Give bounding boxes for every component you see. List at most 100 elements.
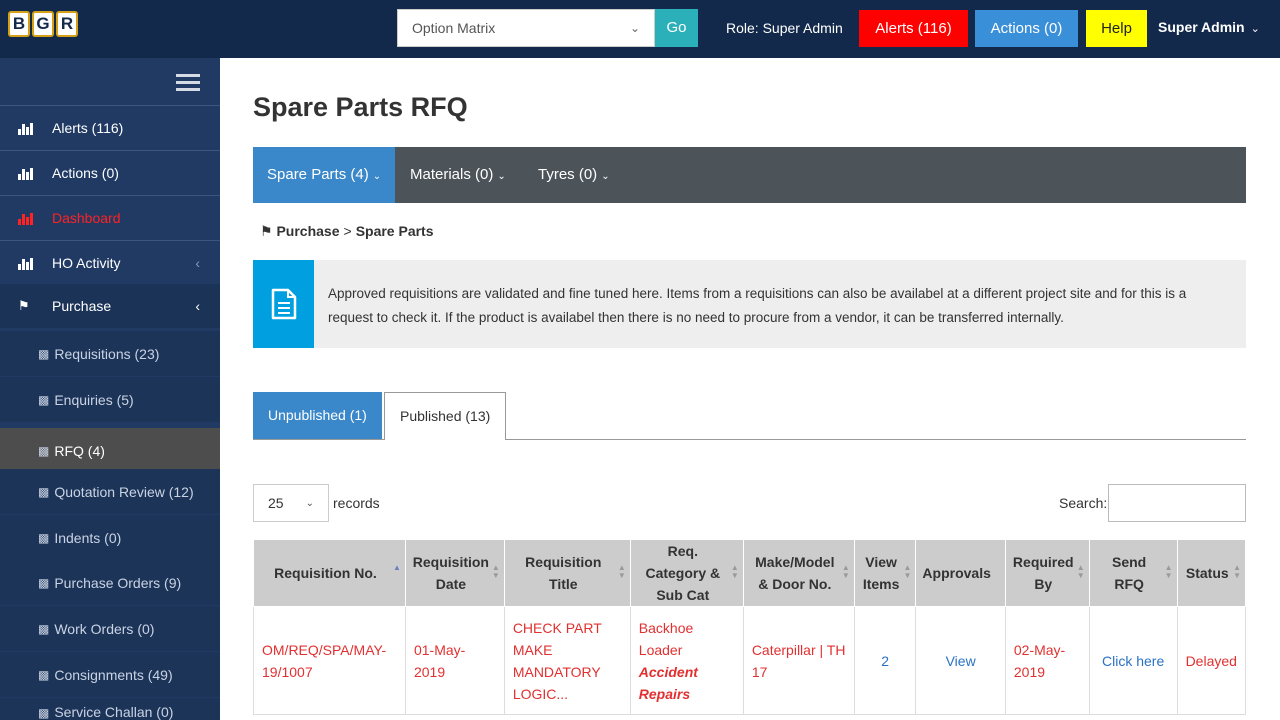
column-header-make-model[interactable]: Make/Model & Door No. ▲ ▼ (742, 539, 855, 607)
header-label: Requisition Date (412, 554, 489, 592)
header-label: Status (1185, 565, 1229, 581)
user-menu[interactable]: Super Admin ⌄ (1158, 19, 1260, 35)
sidebar-subitem-label: Indents (0) (54, 529, 122, 546)
bgr-logo[interactable]: B G R (8, 11, 78, 37)
sort-icon: ▲ ▼ (1076, 563, 1085, 580)
search-label: Search: (1059, 495, 1108, 511)
tab-spare-parts[interactable]: Spare Parts (4) ⌄ (253, 147, 396, 203)
cell-category: Backhoe Loader Accident Repairs (629, 606, 744, 715)
tab-label: Materials (0) (410, 166, 494, 183)
sidebar-subitem-label: RFQ (4) (54, 442, 105, 459)
bar-chart-icon: ▩ (38, 706, 50, 720)
sidebar-item-actions[interactable]: Actions (0) (0, 151, 220, 195)
chevron-down-icon: ⌄ (305, 497, 314, 509)
bar-chart-icon: ▩ (38, 484, 50, 499)
header-label: Requisition Title (525, 554, 602, 592)
tab-label: Spare Parts (4) (267, 166, 369, 183)
user-name: Super Admin (1158, 19, 1245, 35)
sidebar-subitem-requisitions[interactable]: ▩ Requisitions (23) (0, 331, 220, 376)
bar-chart-icon: ▩ (38, 530, 50, 545)
sidebar-subitem-service-challan[interactable]: ▩ Service Challan (0) (0, 698, 220, 720)
bar-chart-icon: ▩ (38, 392, 50, 407)
header-label: Required By (1012, 554, 1074, 592)
area-chart-icon (18, 166, 34, 180)
page-title: Spare Parts RFQ (253, 92, 468, 122)
column-header-requisition-date[interactable]: Requisition Date ▲ ▼ (404, 539, 505, 607)
send-rfq-link[interactable]: Click here (1088, 606, 1178, 715)
area-chart-icon (18, 256, 34, 270)
sidebar-subitem-label: Quotation Review (12) (54, 483, 194, 500)
header-label: Make/Model & Door No. (755, 554, 835, 592)
logo-letter: B (8, 11, 30, 37)
top-navbar: B G R Option Matrix ⌄ Go Role: Super Adm… (0, 0, 1280, 58)
tab-unpublished[interactable]: Unpublished (1) (253, 392, 382, 439)
sidebar-subitem-indents[interactable]: ▩ Indents (0) (0, 515, 220, 560)
sort-icon: ▲ ▼ (841, 563, 850, 580)
breadcrumb-separator: > (343, 223, 352, 239)
matrix-select[interactable]: Option Matrix ⌄ (397, 9, 655, 47)
hamburger-menu-icon[interactable] (176, 74, 200, 92)
sidebar-subitem-purchase-orders[interactable]: ▩ Purchase Orders (9) (0, 560, 220, 605)
logo-letter: R (56, 11, 78, 37)
header-label: Req. Category & Sub Cat (645, 543, 721, 603)
go-button[interactable]: Go (655, 9, 698, 47)
sidebar-subitem-rfq[interactable]: ▩ RFQ (4) (0, 428, 220, 473)
sidebar-item-purchase[interactable]: ⚑ Purchase ‹ (0, 284, 220, 328)
chevron-left-icon: ‹ (195, 298, 200, 314)
header-label: Approvals (922, 565, 991, 581)
bar-chart-icon: ▩ (38, 443, 50, 458)
header-label: Requisition No. (274, 565, 377, 581)
column-header-required-by[interactable]: Required By ▲ ▼ (1004, 539, 1090, 607)
approvals-view-link[interactable]: View (915, 606, 1006, 715)
page-length-select[interactable]: 25 ⌄ (253, 484, 329, 522)
search-input[interactable] (1108, 484, 1246, 522)
actions-button[interactable]: Actions (0) (975, 10, 1078, 47)
bar-chart-icon: ▩ (38, 575, 50, 590)
chevron-down-icon: ⌄ (1250, 23, 1260, 35)
column-header-status[interactable]: Status ▲ ▼ (1176, 539, 1247, 607)
area-chart-icon (18, 211, 34, 225)
info-box: Approved requisitions are validated and … (253, 260, 1246, 348)
chevron-down-icon: ⌄ (497, 171, 506, 182)
sidebar-subitem-consignments[interactable]: ▩ Consignments (49) (0, 652, 220, 697)
sidebar-subitem-label: Consignments (49) (54, 666, 173, 683)
sidebar-subitem-work-orders[interactable]: ▩ Work Orders (0) (0, 606, 220, 651)
tab-materials[interactable]: Materials (0) ⌄ (396, 147, 520, 203)
sidebar-item-dashboard[interactable]: Dashboard (0, 196, 220, 240)
sidebar-item-alerts[interactable]: Alerts (116) (0, 106, 220, 150)
column-header-category[interactable]: Req. Category & Sub Cat ▲ ▼ (629, 539, 744, 607)
column-header-requisition-title[interactable]: Requisition Title ▲ ▼ (503, 539, 631, 607)
sidebar-subitem-label: Work Orders (0) (54, 620, 155, 637)
tab-tyres[interactable]: Tyres (0) ⌄ (524, 147, 624, 203)
bar-chart-icon: ▩ (38, 621, 50, 636)
sidebar-subitem-enquiries[interactable]: ▩ Enquiries (5) (0, 377, 220, 422)
cell-requisition-no: OM/REQ/SPA/MAY-19/1007 (253, 606, 406, 715)
sidebar-item-ho-activity[interactable]: HO Activity ‹ (0, 241, 220, 285)
alerts-button[interactable]: Alerts (116) (859, 10, 968, 47)
bar-chart-icon: ▩ (38, 346, 50, 361)
bar-chart-icon: ▩ (38, 667, 50, 682)
area-chart-icon (18, 121, 34, 135)
tab-published[interactable]: Published (13) (384, 392, 507, 440)
help-button[interactable]: Help (1086, 10, 1147, 47)
role-label: Role: Super Admin (726, 20, 843, 36)
sidebar-subitem-label: Service Challan (0) (54, 704, 174, 720)
column-header-view-items[interactable]: View Items ▲ ▼ (853, 539, 917, 607)
column-header-requisition-no[interactable]: Requisition No. ▲ (253, 539, 406, 607)
records-label: records (333, 495, 380, 511)
info-text: Approved requisitions are validated and … (328, 286, 1187, 325)
logo-letter: G (32, 11, 54, 37)
view-items-link[interactable]: 2 (853, 606, 917, 715)
breadcrumb-parent[interactable]: Purchase (276, 223, 339, 239)
table-header-row: Requisition No. ▲ Requisition Date ▲ ▼ Requ… (253, 539, 1247, 607)
sidebar-subitem-quotation-review[interactable]: ▩ Quotation Review (12) (0, 469, 220, 514)
cell-make-model: Caterpillar | TH 17 (742, 606, 855, 715)
sidebar-item-label: Dashboard (52, 210, 121, 226)
column-header-send-rfq[interactable]: Send RFQ ▲ ▼ (1088, 539, 1178, 607)
category-tabbar: Spare Parts (4) ⌄ Materials (0) ⌄ Tyres (0… (253, 147, 1246, 203)
sidebar-subitem-label: Requisitions (23) (54, 345, 160, 362)
cell-required-by: 02-May-2019 (1004, 606, 1090, 715)
chevron-down-icon: ⌄ (629, 21, 640, 35)
page-length-value: 25 (268, 495, 284, 511)
breadcrumb-current: Spare Parts (355, 223, 434, 239)
